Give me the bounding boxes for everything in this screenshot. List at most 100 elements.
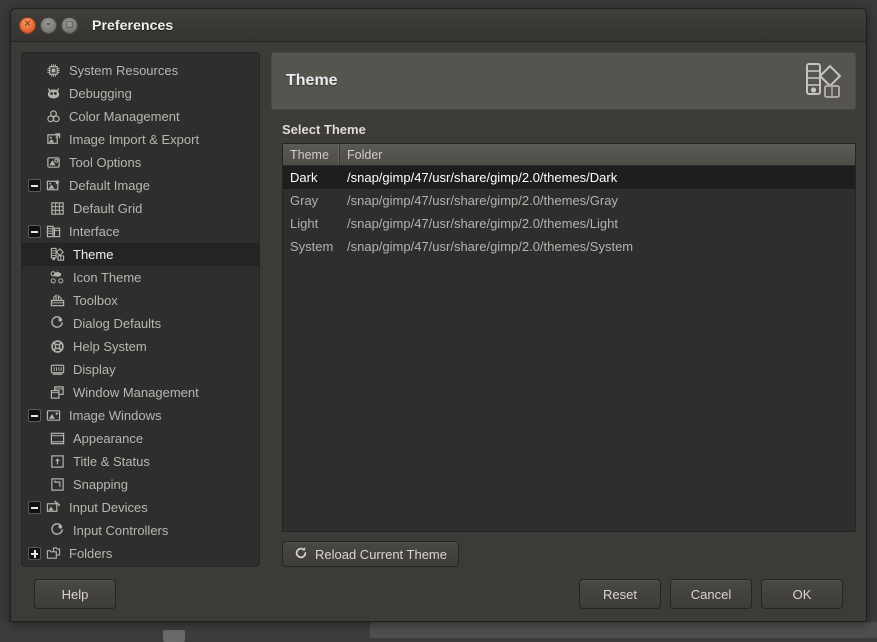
sidebar-item-debugging[interactable]: Debugging bbox=[22, 82, 259, 105]
icon-theme-icon bbox=[49, 269, 66, 286]
theme-name-cell: Dark bbox=[290, 170, 318, 185]
reload-row: Reload Current Theme bbox=[282, 541, 856, 567]
interface-icon bbox=[45, 223, 62, 240]
sidebar-item-label: Snapping bbox=[73, 477, 128, 492]
sidebar-item-label: Default Grid bbox=[73, 201, 143, 216]
minimize-icon[interactable]: – bbox=[40, 16, 57, 34]
sidebar-item-snapping[interactable]: Snapping bbox=[22, 473, 259, 496]
theme-table-body[interactable]: Dark/snap/gimp/47/usr/share/gimp/2.0/the… bbox=[283, 166, 855, 531]
dialog-defaults-icon bbox=[49, 315, 66, 332]
sidebar-item-icon-theme[interactable]: Icon Theme bbox=[22, 266, 259, 289]
sidebar-item-input-controllers[interactable]: Input Controllers bbox=[22, 519, 259, 542]
sidebar-item-label: Theme bbox=[73, 247, 114, 262]
wilber-face-icon bbox=[45, 85, 62, 102]
display-icon bbox=[49, 361, 66, 378]
expander-minus-icon[interactable] bbox=[28, 501, 41, 514]
reload-current-theme-button[interactable]: Reload Current Theme bbox=[282, 541, 459, 567]
sidebar-item-label: Input Controllers bbox=[73, 523, 169, 538]
refresh-icon bbox=[294, 546, 308, 563]
snapping-icon bbox=[49, 476, 66, 493]
sidebar-item-label: Interface bbox=[69, 224, 120, 239]
help-button[interactable]: Help bbox=[34, 579, 116, 609]
sidebar-item-tool-options[interactable]: Tool Options bbox=[22, 151, 259, 174]
select-theme-label: Select Theme bbox=[282, 122, 366, 137]
sidebar-item-label: Debugging bbox=[69, 86, 132, 101]
sidebar-item-toolbox[interactable]: Toolbox bbox=[22, 289, 259, 312]
reset-button[interactable]: Reset bbox=[579, 579, 661, 609]
ok-button[interactable]: OK bbox=[761, 579, 843, 609]
sidebar-item-label: Folders bbox=[69, 546, 113, 561]
preferences-tree[interactable]: System Resources Debugging Color Managemen… bbox=[21, 52, 260, 567]
theme-name-cell: Gray bbox=[290, 193, 319, 208]
title-status-icon bbox=[49, 453, 66, 470]
sidebar-item-label: Icon Theme bbox=[73, 270, 142, 285]
sidebar-item-image-windows[interactable]: Image Windows bbox=[22, 404, 259, 427]
sidebar-item-label: Title & Status bbox=[73, 454, 150, 469]
panel-header: Theme bbox=[271, 52, 856, 110]
input-controllers-icon bbox=[49, 522, 66, 539]
background-window-left bbox=[0, 622, 370, 638]
sidebar-item-theme[interactable]: Theme bbox=[22, 243, 259, 266]
table-row[interactable]: System/snap/gimp/47/usr/share/gimp/2.0/t… bbox=[283, 235, 855, 258]
maximize-icon[interactable]: □ bbox=[61, 16, 78, 34]
sidebar-item-window-management[interactable]: Window Management bbox=[22, 381, 259, 404]
theme-folder-cell: /snap/gimp/47/usr/share/gimp/2.0/themes/… bbox=[347, 170, 618, 185]
sidebar-item-label: Input Devices bbox=[69, 500, 148, 515]
table-row[interactable]: Dark/snap/gimp/47/usr/share/gimp/2.0/the… bbox=[283, 166, 855, 189]
sidebar-item-folders[interactable]: Folders bbox=[22, 542, 259, 565]
sidebar-item-label: Default Image bbox=[69, 178, 150, 193]
sidebar-item-color-management[interactable]: Color Management bbox=[22, 105, 259, 128]
content-row: System Resources Debugging Color Managemen… bbox=[21, 52, 856, 567]
theme-folder-cell: /snap/gimp/47/usr/share/gimp/2.0/themes/… bbox=[347, 193, 618, 208]
sidebar-item-help-system[interactable]: Help System bbox=[22, 335, 259, 358]
dialog-footer: Help Reset Cancel OK bbox=[21, 567, 856, 621]
column-header-theme[interactable]: Theme bbox=[283, 144, 340, 165]
window-management-icon bbox=[49, 384, 66, 401]
footer-actions: Reset Cancel OK bbox=[579, 579, 843, 609]
theme-folder-cell: /snap/gimp/47/usr/share/gimp/2.0/themes/… bbox=[347, 216, 618, 231]
expander-minus-icon[interactable] bbox=[28, 409, 41, 422]
sidebar-item-label: Help System bbox=[73, 339, 147, 354]
sidebar-item-appearance[interactable]: Appearance bbox=[22, 427, 259, 450]
title-bar[interactable]: ✕ – □ Preferences bbox=[11, 9, 866, 42]
toolbox-icon bbox=[49, 292, 66, 309]
sidebar-item-default-grid[interactable]: Default Grid bbox=[22, 197, 259, 220]
sidebar-item-label: Window Management bbox=[73, 385, 199, 400]
cpu-chip-icon bbox=[45, 62, 62, 79]
cancel-button[interactable]: Cancel bbox=[670, 579, 752, 609]
sidebar-item-image-import-export[interactable]: Image Import & Export bbox=[22, 128, 259, 151]
input-devices-icon bbox=[45, 499, 62, 516]
image-windows-icon bbox=[45, 407, 62, 424]
taskbar-icon[interactable] bbox=[163, 630, 185, 642]
sidebar-item-system-resources[interactable]: System Resources bbox=[22, 59, 259, 82]
tool-options-icon bbox=[45, 154, 62, 171]
expander-minus-icon[interactable] bbox=[28, 225, 41, 238]
table-row[interactable]: Gray/snap/gimp/47/usr/share/gimp/2.0/the… bbox=[283, 189, 855, 212]
sidebar-item-dialog-defaults[interactable]: Dialog Defaults bbox=[22, 312, 259, 335]
sidebar-item-title-status[interactable]: Title & Status bbox=[22, 450, 259, 473]
sidebar-item-label: Appearance bbox=[73, 431, 144, 446]
sidebar-item-display[interactable]: Display bbox=[22, 358, 259, 381]
appearance-icon bbox=[49, 430, 66, 447]
theme-palette-icon bbox=[801, 59, 845, 103]
table-row[interactable]: Light/snap/gimp/47/usr/share/gimp/2.0/th… bbox=[283, 212, 855, 235]
color-circles-icon bbox=[45, 108, 62, 125]
sidebar-item-label: Color Management bbox=[69, 109, 180, 124]
expander-minus-icon[interactable] bbox=[28, 179, 41, 192]
column-header-folder[interactable]: Folder bbox=[340, 144, 855, 165]
sidebar-item-default-image[interactable]: Default Image bbox=[22, 174, 259, 197]
page-title: Theme bbox=[286, 72, 338, 89]
theme-name-cell: Light bbox=[290, 216, 319, 231]
help-system-icon bbox=[49, 338, 66, 355]
sidebar-item-interface[interactable]: Interface bbox=[22, 220, 259, 243]
close-icon[interactable]: ✕ bbox=[19, 16, 36, 34]
sidebar-item-input-devices[interactable]: Input Devices bbox=[22, 496, 259, 519]
theme-panel: Theme Select Theme Theme Folder Dark /sn… bbox=[271, 52, 856, 567]
sidebar-item-label: Toolbox bbox=[73, 293, 118, 308]
grid-icon bbox=[49, 200, 66, 217]
theme-table[interactable]: Theme Folder Dark/snap/gimp/47/usr/share/… bbox=[282, 143, 856, 532]
folders-icon bbox=[45, 545, 62, 562]
sidebar-item-label: Tool Options bbox=[69, 155, 142, 170]
expander-plus-icon[interactable] bbox=[28, 547, 41, 560]
sidebar-item-label: Dialog Defaults bbox=[73, 316, 162, 331]
